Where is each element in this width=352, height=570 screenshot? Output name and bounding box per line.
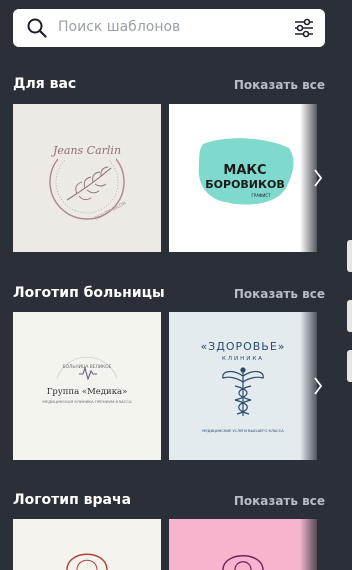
search-bar[interactable]: Поиск шаблонов: [13, 9, 325, 47]
filter-icon[interactable]: [293, 18, 315, 38]
chevron-right-icon[interactable]: [312, 104, 324, 252]
zdorovye-sub: КЛИНИКА: [222, 356, 264, 362]
show-all-for-you-button[interactable]: Показать все: [234, 78, 325, 92]
section-title-doctor-logo: Логотип врача: [13, 492, 132, 508]
search-input[interactable]: Поиск шаблонов: [58, 19, 180, 35]
medika-sub: МЕДИЦИНСКАЯ КЛИНИКА ПРЕМИУМ-КЛАССА: [42, 399, 132, 404]
jeans-carlin-sub: BEAUTY SALON: [94, 200, 127, 222]
jeans-carlin-name: Jeans Carlin: [51, 144, 121, 157]
section-title-for-you: Для вас: [13, 76, 77, 92]
zdorovye-tag: МЕДИЦИНСКИЕ УСЛУГИ ВЫСШЕГО КЛАССА: [202, 429, 284, 433]
template-card-doctor-2[interactable]: [169, 519, 317, 570]
show-all-doctor-button[interactable]: Показать все: [234, 494, 325, 508]
template-card-medika[interactable]: БОЛЬНИЦА ВЕЛИКОЕ Группа «Медика» МЕДИЦИН…: [13, 312, 161, 460]
scroll-handle[interactable]: [347, 240, 352, 272]
chevron-right-icon[interactable]: [312, 312, 324, 460]
template-card-maks-borovikov[interactable]: МАКС БОРОВИКОВ ГРАФИСТ: [169, 104, 317, 252]
template-card-doctor-1[interactable]: [13, 519, 161, 570]
maks-borovikov-logo: МАКС БОРОВИКОВ ГРАФИСТ: [198, 138, 294, 205]
medika-logo: БОЛЬНИЦА ВЕЛИКОЕ Группа «Медика» МЕДИЦИН…: [42, 356, 132, 404]
doctor-logo-2: [222, 555, 264, 570]
zdorovye-name: «ЗДОРОВЬЕ»: [200, 340, 285, 353]
card-tag: ГРАФИСТ: [251, 193, 271, 198]
show-all-hospital-button[interactable]: Показать все: [234, 287, 325, 301]
jeans-carlin-logo: Jeans Carlin BEAUTY SALON: [49, 142, 127, 222]
zdorovye-logo: «ЗДОРОВЬЕ» КЛИНИКА МЕДИЦИНСКИЕ УСЛУГИ ВЫ…: [200, 340, 285, 433]
template-card-jeans-carlin[interactable]: Jeans Carlin BEAUTY SALON: [13, 104, 161, 252]
card-name-line2: БОРОВИКОВ: [205, 178, 284, 191]
search-icon: [27, 18, 47, 38]
caduceus-icon: [222, 367, 264, 416]
scroll-handle[interactable]: [347, 350, 352, 382]
carousel-fade: [300, 519, 318, 570]
template-card-zdorovye[interactable]: «ЗДОРОВЬЕ» КЛИНИКА МЕДИЦИНСКИЕ УСЛУГИ ВЫ…: [169, 312, 317, 460]
scroll-handle[interactable]: [347, 300, 352, 332]
medika-name: Группа «Медика»: [47, 387, 128, 397]
medika-arc-text: БОЛЬНИЦА ВЕЛИКОЕ: [63, 364, 112, 370]
doctor-logo-1: [66, 553, 108, 570]
section-title-hospital-logo: Логотип больницы: [13, 285, 165, 301]
card-name-line1: МАКС: [223, 163, 266, 178]
